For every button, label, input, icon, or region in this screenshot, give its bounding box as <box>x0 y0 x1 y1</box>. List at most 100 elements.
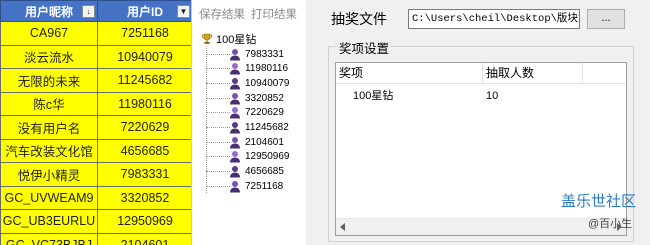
user-node-icon <box>230 92 240 105</box>
tree-branch-line <box>206 171 230 173</box>
table-row: 汽车改装文化馆 4656685 <box>0 138 191 163</box>
file-path-field[interactable]: C:\Users\cheil\Desktop\版块活 <box>408 9 580 29</box>
cell-nickname[interactable]: GC_UB3EURLU <box>0 209 98 234</box>
tree-branch-line <box>206 53 230 55</box>
cell-nickname[interactable]: 无限的未来 <box>0 68 98 93</box>
tree-item-label: 12950969 <box>245 151 290 163</box>
cell-userid[interactable]: 3320852 <box>97 185 191 210</box>
tree-branch-line <box>206 82 230 84</box>
results-toolbar: 保存结果 打印结果 <box>193 0 306 28</box>
tree-item-label: 7220629 <box>245 107 284 119</box>
browse-button[interactable]: ... <box>587 9 625 29</box>
watermark-brand: 盖乐世社区 <box>561 193 637 210</box>
user-node-icon <box>230 180 240 193</box>
tree-item[interactable]: 4656685 <box>206 165 284 179</box>
tree-item-label: 11245682 <box>245 122 289 133</box>
cell-userid[interactable]: 12950969 <box>97 209 191 234</box>
prize-settings-label: 奖项设置 <box>337 38 392 57</box>
user-node-icon <box>230 77 240 90</box>
column-header-prize[interactable]: 奖项 <box>336 63 483 83</box>
tree-branch-line <box>206 141 230 143</box>
cell-userid[interactable]: 7220629 <box>97 115 191 140</box>
user-node-icon <box>230 136 240 149</box>
tree-item-label: 3320852 <box>245 92 284 104</box>
user-node-icon <box>230 63 240 75</box>
tree-branch-line <box>206 68 230 70</box>
user-node-icon <box>230 122 240 134</box>
scroll-left-icon[interactable] <box>340 223 345 231</box>
tree-item-label: 7251168 <box>245 180 284 192</box>
tree-item[interactable]: 7251168 <box>206 179 283 193</box>
table-row: 悦伊小精灵 7983331 <box>0 162 191 187</box>
tree-root-node[interactable]: 100星钻 <box>201 32 256 46</box>
list-item[interactable]: 100星钻 10 <box>336 87 626 105</box>
results-tree: 100星钻 7983331 11980116 10940079 3320852 7220… <box>193 28 306 245</box>
tree-item[interactable]: 3320852 <box>206 91 284 105</box>
table-row: 没有用户名 7220629 <box>0 115 191 140</box>
cell-userid[interactable]: 2104601 <box>97 232 191 245</box>
horizontal-scrollbar[interactable] <box>336 218 626 235</box>
tree-item-label: 4656685 <box>245 166 284 178</box>
table-header-row: 用户昵称 ↓ 用户ID ▼ <box>0 0 191 22</box>
table-row: GC_VC73BJBJ 2104601 <box>0 232 191 245</box>
filter-dropdown-icon[interactable]: ▼ <box>177 5 190 18</box>
cell-userid[interactable]: 11245682 <box>97 68 191 93</box>
column-header-nickname-label: 用户昵称 <box>24 4 73 19</box>
column-header-userid-label: 用户ID <box>126 4 163 19</box>
sort-filter-icon[interactable]: ↓ <box>82 5 95 18</box>
cell-nickname[interactable]: 没有用户名 <box>0 115 98 140</box>
user-table: 用户昵称 ↓ 用户ID ▼ CA967 7251168 淡云流水 10940079 … <box>0 0 191 245</box>
column-header-userid[interactable]: 用户ID ▼ <box>97 0 191 22</box>
table-row: 无限的未来 11245682 <box>0 68 191 93</box>
save-results-button[interactable]: 保存结果 <box>199 6 245 22</box>
cell-userid[interactable]: 11980116 <box>97 91 191 116</box>
tree-item[interactable]: 7983331 <box>206 47 284 61</box>
tree-item-label: 2104601 <box>245 136 284 148</box>
prize-name: 100星钻 <box>353 90 394 102</box>
file-label: 抽奖文件 <box>331 11 387 27</box>
cell-nickname[interactable]: 悦伊小精灵 <box>0 162 98 187</box>
column-header-count[interactable]: 抽取人数 <box>483 63 583 83</box>
tree-item[interactable]: 7220629 <box>206 106 284 120</box>
tree-item[interactable]: 12950969 <box>206 150 290 164</box>
print-results-button[interactable]: 打印结果 <box>251 6 297 22</box>
tree-item-label: 10940079 <box>245 77 290 89</box>
table-row: 淡云流水 10940079 <box>0 44 191 69</box>
table-row: GC_UVWEAM9 3320852 <box>0 185 191 210</box>
cell-nickname[interactable]: 陈c华 <box>0 91 98 116</box>
tree-item[interactable]: 2104601 <box>206 135 284 149</box>
cell-nickname[interactable]: CA967 <box>0 21 98 46</box>
cell-nickname[interactable]: GC_VC73BJBJ <box>0 232 98 245</box>
tree-branch-line <box>206 156 230 158</box>
user-node-icon <box>230 166 240 178</box>
tree-item[interactable]: 11245682 <box>206 121 289 135</box>
table-row: GC_UB3EURLU 12950969 <box>0 209 191 234</box>
tree-item[interactable]: 11980116 <box>206 62 288 76</box>
column-header-nickname[interactable]: 用户昵称 ↓ <box>0 0 98 22</box>
cell-nickname[interactable]: 淡云流水 <box>0 44 98 69</box>
user-node-icon <box>230 107 240 119</box>
table-row: CA967 7251168 <box>0 21 191 46</box>
tree-branch-line <box>206 112 230 114</box>
tree-item-label: 11980116 <box>245 63 289 75</box>
prize-settings-group: 奖项设置 奖项 抽取人数 100星钻 10 <box>328 38 634 242</box>
user-node-icon <box>230 151 240 163</box>
cell-nickname[interactable]: 汽车改装文化馆 <box>0 138 98 163</box>
tree-root-label: 100星钻 <box>216 34 257 46</box>
cell-userid[interactable]: 7251168 <box>97 21 191 46</box>
watermark-author: @百小生 <box>588 218 633 230</box>
results-panel: 保存结果 打印结果 100星钻 7983331 11980116 10940079 3… <box>193 0 306 245</box>
tree-branch-line <box>206 185 230 187</box>
cell-userid[interactable]: 4656685 <box>97 138 191 163</box>
prize-count: 10 <box>486 90 499 102</box>
tree-branch-line <box>206 127 230 128</box>
tree-item[interactable]: 10940079 <box>206 76 290 90</box>
tree-branch-line <box>206 97 230 99</box>
tree-item-label: 7983331 <box>245 48 284 60</box>
cell-nickname[interactable]: GC_UVWEAM9 <box>0 185 98 210</box>
user-node-icon <box>230 48 240 60</box>
cell-userid[interactable]: 7983331 <box>97 162 191 187</box>
trophy-icon <box>201 33 213 44</box>
cell-userid[interactable]: 10940079 <box>97 44 191 69</box>
prize-list-header: 奖项 抽取人数 <box>336 63 626 84</box>
